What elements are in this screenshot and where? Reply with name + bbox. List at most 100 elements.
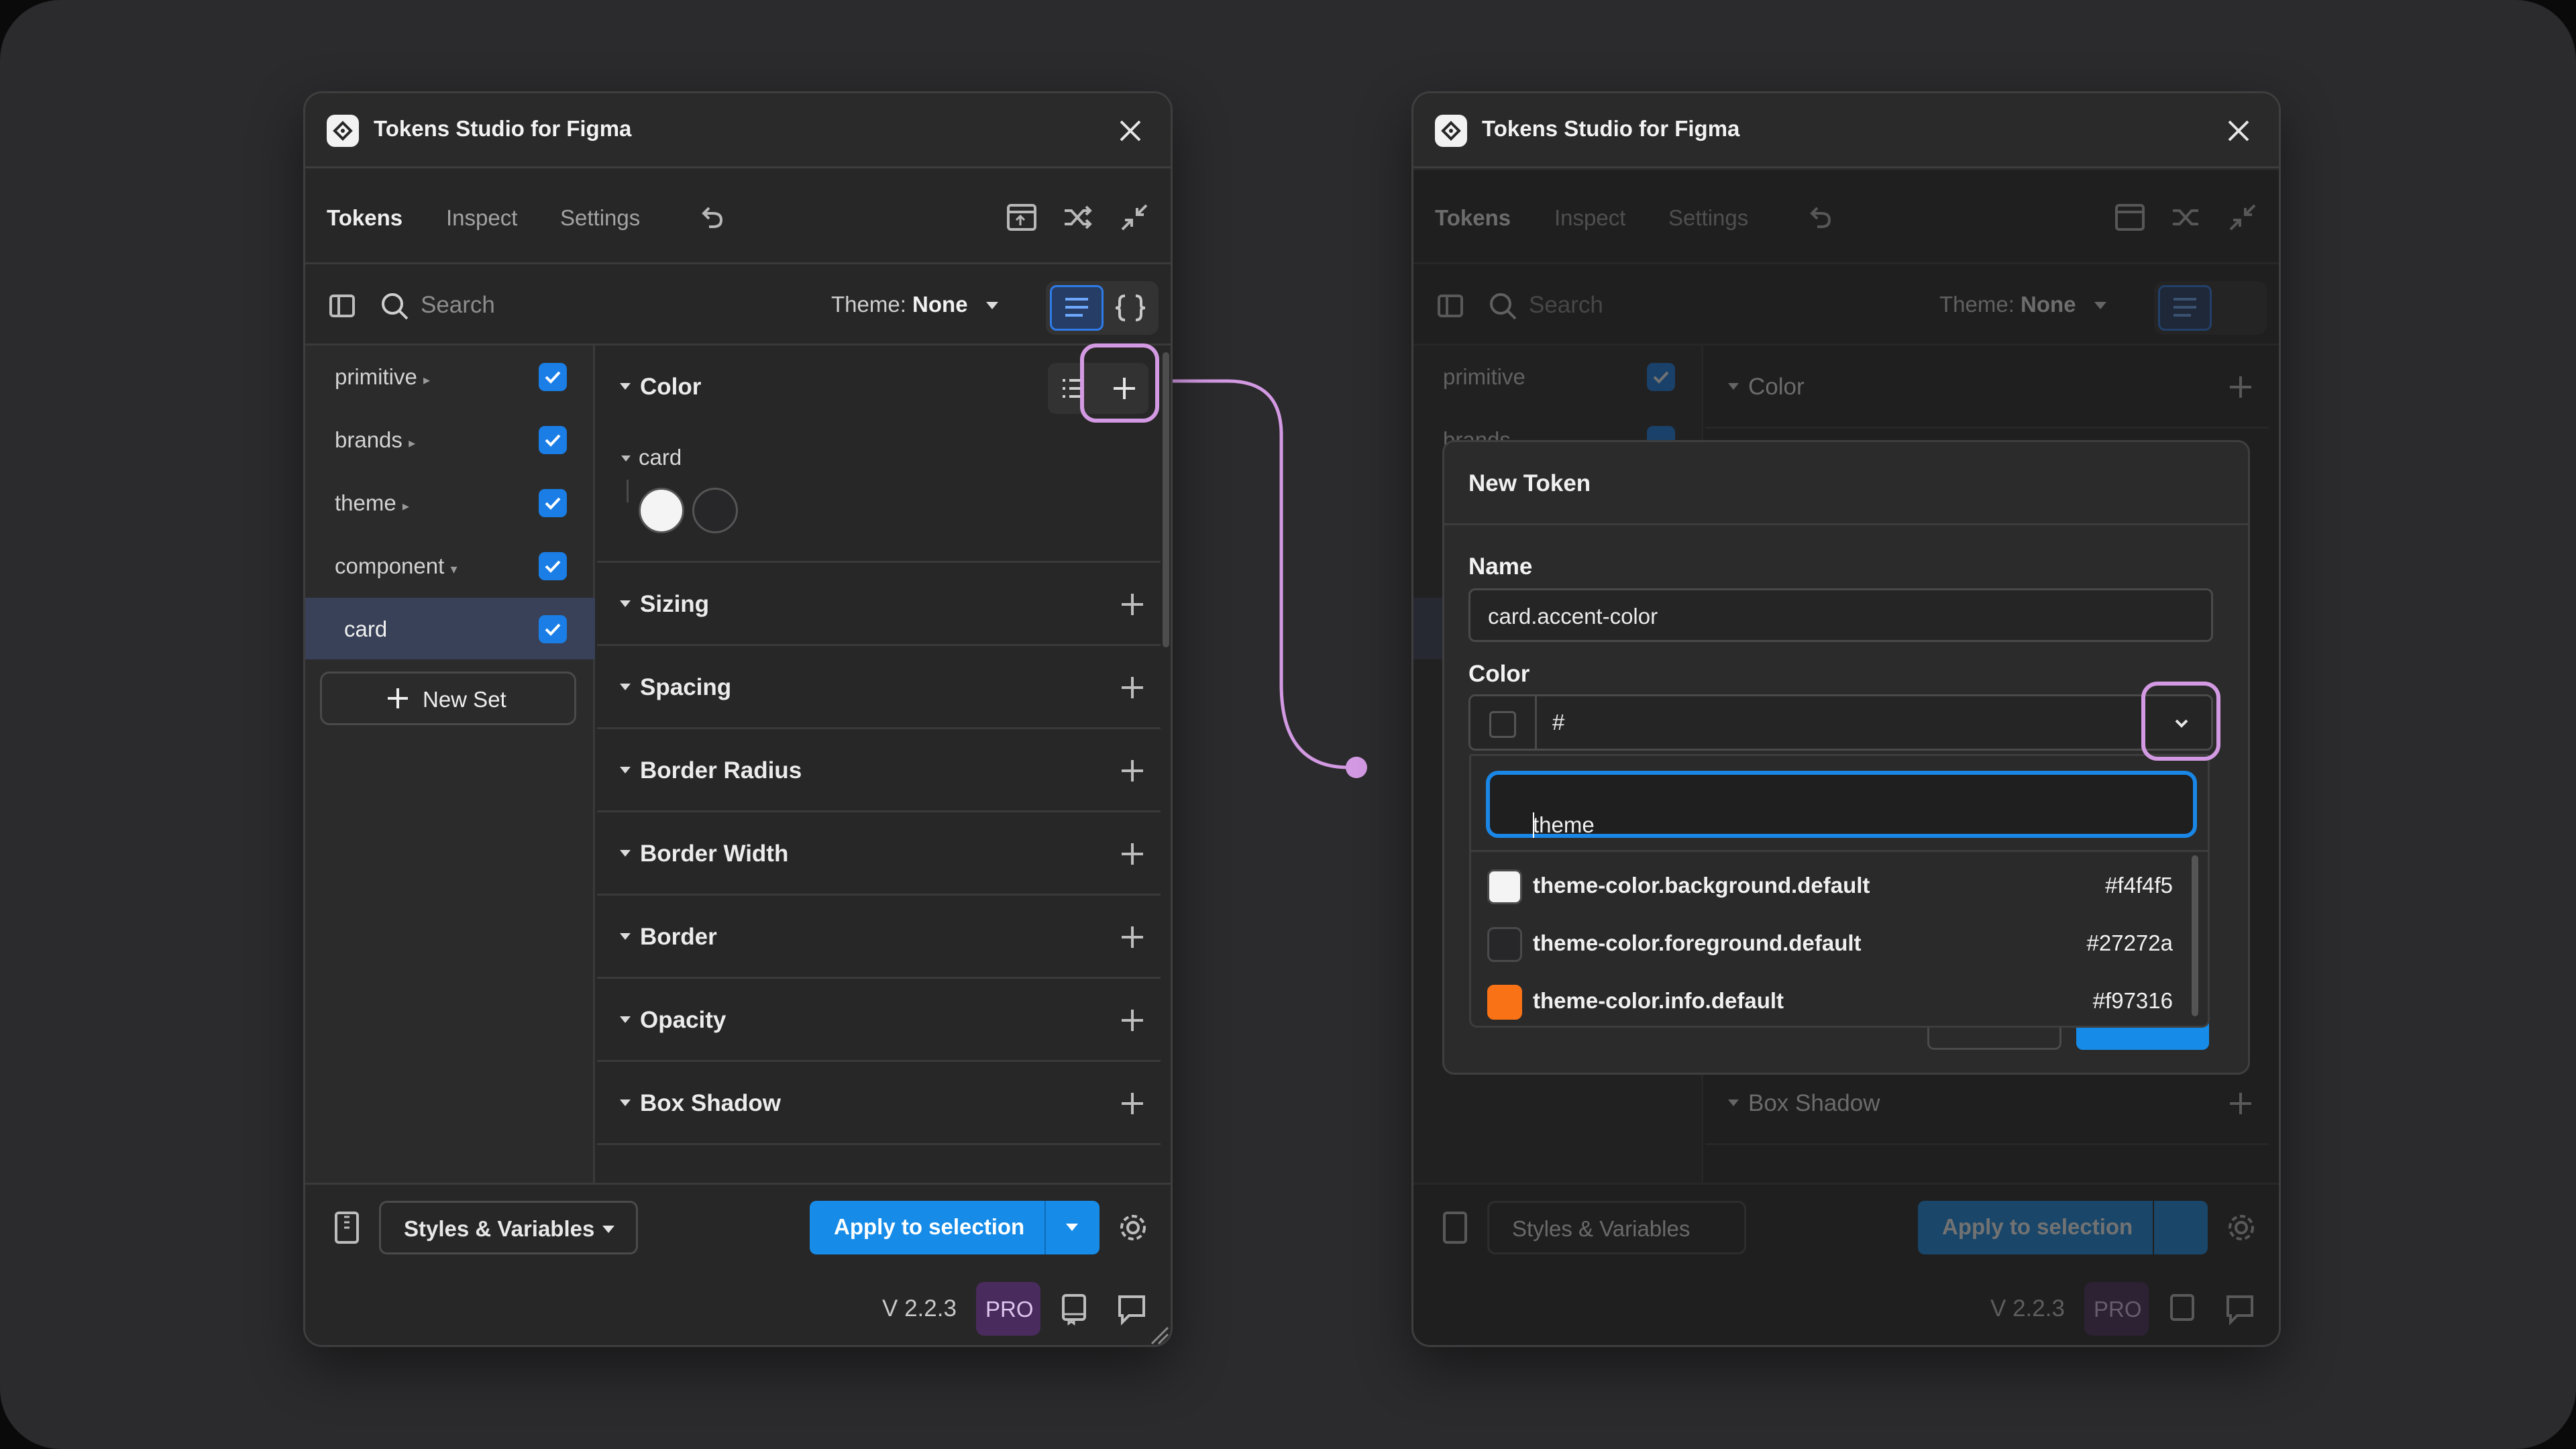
pro-label: PRO: [985, 1297, 1034, 1322]
caret-down-icon[interactable]: [620, 933, 631, 940]
footer-bar: Styles & Variables Apply to selection: [305, 1183, 1171, 1269]
new-set-button[interactable]: New Set: [320, 672, 576, 725]
caret-down-icon[interactable]: [621, 455, 631, 462]
modal-header: New Token: [1444, 442, 2248, 525]
group-name: Border: [640, 924, 717, 950]
caret-down-icon[interactable]: [620, 383, 631, 390]
file-zip-icon[interactable]: [331, 1210, 363, 1245]
option-name: theme-color.foreground.default: [1533, 930, 1862, 955]
json-view-icon[interactable]: [1108, 288, 1153, 328]
name-field[interactable]: card.accent-color: [1468, 588, 2213, 642]
set-label: primitive ▸: [335, 364, 431, 389]
add-token-icon[interactable]: [1118, 922, 1147, 952]
color-field[interactable]: #: [1468, 694, 2213, 751]
name-label: Name: [1468, 553, 1533, 580]
caret-down-icon[interactable]: [620, 767, 631, 773]
list-item[interactable]: theme-color.info.default #f97316: [1471, 971, 2196, 1028]
caret-down-icon[interactable]: [620, 684, 631, 690]
highlight-ring-add: [1080, 343, 1159, 423]
set-label: theme ▸: [335, 490, 409, 515]
caret-down-icon[interactable]: [620, 1016, 631, 1023]
app-logo-icon: [1435, 115, 1467, 147]
theme-selector[interactable]: Theme: None: [831, 292, 998, 317]
plus-icon: [388, 688, 408, 708]
set-item-card[interactable]: card: [305, 598, 595, 659]
set-label: component ▾: [335, 553, 458, 578]
collapse-icon[interactable]: [1117, 200, 1152, 235]
scrollbar[interactable]: [2192, 855, 2198, 1016]
option-swatch: [1487, 927, 1522, 962]
add-token-icon[interactable]: [1118, 1089, 1147, 1118]
feedback-icon[interactable]: [1114, 1291, 1149, 1326]
set-item-brands[interactable]: brands ▸: [305, 409, 595, 470]
token-reference-dropdown: theme theme-color.background.default #f4…: [1469, 754, 2210, 1028]
token-swatch-dark[interactable]: [692, 488, 738, 533]
top-nav: Tokens Inspect Settings: [305, 170, 1171, 264]
add-token-icon[interactable]: [1118, 756, 1147, 786]
close-icon[interactable]: [2225, 117, 2252, 144]
tab-inspect[interactable]: Inspect: [446, 205, 517, 231]
status-bar: V 2.2.3 PRO: [305, 1269, 1171, 1346]
subgroup-name: card: [639, 445, 682, 470]
scrollbar[interactable]: [1163, 352, 1169, 647]
canvas: Tokens Studio for Figma Tokens Inspect S…: [0, 0, 2576, 1449]
tab-settings[interactable]: Settings: [560, 205, 640, 231]
list-view-button[interactable]: [1050, 285, 1104, 331]
search-bar: Search Theme: None: [305, 266, 1171, 345]
caret-down-icon[interactable]: [620, 850, 631, 857]
add-token-icon[interactable]: [1118, 590, 1147, 619]
sidebar-toggle-icon[interactable]: [325, 289, 360, 324]
list-item[interactable]: theme-color.background.default #f4f4f5: [1471, 855, 2196, 913]
resize-handle-icon[interactable]: [1149, 1325, 1171, 1346]
pro-badge[interactable]: PRO: [976, 1282, 1040, 1336]
gear-icon[interactable]: [1116, 1210, 1150, 1245]
add-token-icon[interactable]: [1118, 839, 1147, 869]
caret-down-icon[interactable]: [620, 1099, 631, 1106]
color-value: #: [1552, 710, 1565, 735]
reference-search-input[interactable]: theme: [1486, 771, 2197, 838]
set-checkbox[interactable]: [539, 426, 567, 454]
search-icon: [378, 289, 413, 324]
set-item-theme[interactable]: theme ▸: [305, 472, 595, 533]
group-name: Border Width: [640, 841, 789, 867]
set-checkbox[interactable]: [539, 552, 567, 580]
set-checkbox[interactable]: [539, 363, 567, 391]
titlebar: Tokens Studio for Figma: [305, 93, 1171, 168]
token-group-box-shadow: Box Shadow: [597, 1062, 1161, 1145]
styles-variables-select[interactable]: Styles & Variables: [379, 1201, 638, 1254]
search-input[interactable]: Search: [421, 292, 495, 319]
book-icon[interactable]: [1057, 1291, 1091, 1326]
apply-to-selection-button[interactable]: Apply to selection: [810, 1201, 1044, 1254]
option-swatch: [1487, 985, 1522, 1020]
apply-dropdown-button[interactable]: [1046, 1201, 1099, 1254]
set-item-component[interactable]: component ▾: [305, 535, 595, 596]
token-sets-sidebar: primitive ▸ brands ▸ theme ▸ component ▾…: [305, 345, 595, 1183]
token-group-border: Border: [597, 896, 1161, 979]
set-checkbox[interactable]: [539, 615, 567, 643]
set-label: card: [344, 616, 388, 641]
sync-panel-icon[interactable]: [1004, 200, 1039, 235]
theme-prefix: Theme:: [831, 292, 906, 317]
tokens-content: Color card Sizing Spacing Border Radius …: [597, 345, 1171, 1183]
set-checkbox[interactable]: [539, 489, 567, 517]
option-value: #27272a: [2086, 930, 2173, 955]
titlebar: Tokens Studio for Figma: [1413, 93, 2279, 168]
tree-line: [627, 480, 629, 502]
close-icon[interactable]: [1117, 117, 1144, 144]
chevron-down-icon: [602, 1226, 614, 1233]
add-token-icon[interactable]: [1118, 1006, 1147, 1035]
shuffle-icon[interactable]: [1061, 200, 1095, 235]
token-swatch-light[interactable]: [639, 488, 684, 533]
list-item[interactable]: theme-color.foreground.default #27272a: [1471, 913, 2196, 971]
option-value: #f97316: [2092, 988, 2173, 1013]
tab-tokens[interactable]: Tokens: [327, 205, 402, 231]
set-item-primitive[interactable]: primitive ▸: [305, 345, 595, 407]
group-name: Border Radius: [640, 757, 802, 784]
caret-down-icon[interactable]: [620, 600, 631, 607]
color-swatch[interactable]: [1489, 711, 1516, 738]
undo-icon[interactable]: [694, 200, 729, 235]
app-logo-icon: [327, 115, 359, 147]
option-name: theme-color.background.default: [1533, 873, 1870, 898]
token-group-color: Color card: [597, 345, 1161, 563]
add-token-icon[interactable]: [1118, 673, 1147, 702]
